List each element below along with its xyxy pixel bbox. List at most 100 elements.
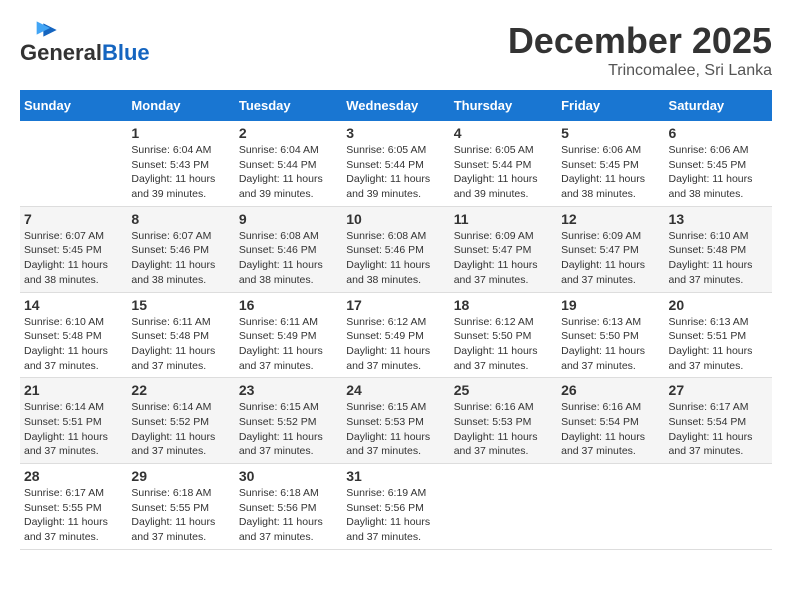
cell-info: Sunrise: 6:15 AM Sunset: 5:52 PM Dayligh… — [239, 400, 338, 459]
cell-info: Sunrise: 6:08 AM Sunset: 5:46 PM Dayligh… — [346, 229, 445, 288]
cell-info: Sunrise: 6:06 AM Sunset: 5:45 PM Dayligh… — [561, 143, 660, 202]
day-number: 31 — [346, 468, 445, 484]
day-number: 21 — [24, 382, 123, 398]
header-wednesday: Wednesday — [342, 90, 449, 121]
header-saturday: Saturday — [665, 90, 772, 121]
calendar-cell: 3 Sunrise: 6:05 AM Sunset: 5:44 PM Daylig… — [342, 121, 449, 206]
calendar-cell: 1 Sunrise: 6:04 AM Sunset: 5:43 PM Daylig… — [127, 121, 234, 206]
day-number: 6 — [669, 125, 768, 141]
day-number: 29 — [131, 468, 230, 484]
cell-info: Sunrise: 6:09 AM Sunset: 5:47 PM Dayligh… — [454, 229, 553, 288]
cell-info: Sunrise: 6:04 AM Sunset: 5:43 PM Dayligh… — [131, 143, 230, 202]
day-number: 4 — [454, 125, 553, 141]
calendar-cell: 27 Sunrise: 6:17 AM Sunset: 5:54 PM Dayli… — [665, 378, 772, 464]
day-number: 17 — [346, 297, 445, 313]
calendar-cell — [450, 464, 557, 550]
cell-info: Sunrise: 6:05 AM Sunset: 5:44 PM Dayligh… — [454, 143, 553, 202]
cell-info: Sunrise: 6:12 AM Sunset: 5:49 PM Dayligh… — [346, 315, 445, 374]
cell-info: Sunrise: 6:11 AM Sunset: 5:49 PM Dayligh… — [239, 315, 338, 374]
day-number: 16 — [239, 297, 338, 313]
cell-info: Sunrise: 6:14 AM Sunset: 5:51 PM Dayligh… — [24, 400, 123, 459]
calendar-cell: 31 Sunrise: 6:19 AM Sunset: 5:56 PM Dayli… — [342, 464, 449, 550]
day-number: 15 — [131, 297, 230, 313]
day-number: 7 — [24, 211, 123, 227]
day-number: 1 — [131, 125, 230, 141]
day-number: 25 — [454, 382, 553, 398]
logo-blue: Blue — [102, 40, 150, 65]
cell-info: Sunrise: 6:17 AM Sunset: 5:55 PM Dayligh… — [24, 486, 123, 545]
calendar-cell: 25 Sunrise: 6:16 AM Sunset: 5:53 PM Dayli… — [450, 378, 557, 464]
cell-info: Sunrise: 6:10 AM Sunset: 5:48 PM Dayligh… — [24, 315, 123, 374]
calendar-cell: 23 Sunrise: 6:15 AM Sunset: 5:52 PM Dayli… — [235, 378, 342, 464]
day-number: 18 — [454, 297, 553, 313]
day-number: 13 — [669, 211, 768, 227]
calendar-cell: 22 Sunrise: 6:14 AM Sunset: 5:52 PM Dayli… — [127, 378, 234, 464]
cell-info: Sunrise: 6:13 AM Sunset: 5:51 PM Dayligh… — [669, 315, 768, 374]
calendar-cell: 19 Sunrise: 6:13 AM Sunset: 5:50 PM Dayli… — [557, 292, 664, 378]
month-title: December 2025 — [508, 20, 772, 62]
calendar-cell — [20, 121, 127, 206]
calendar-cell: 7 Sunrise: 6:07 AM Sunset: 5:45 PM Daylig… — [20, 206, 127, 292]
calendar-cell: 5 Sunrise: 6:06 AM Sunset: 5:45 PM Daylig… — [557, 121, 664, 206]
cell-info: Sunrise: 6:11 AM Sunset: 5:48 PM Dayligh… — [131, 315, 230, 374]
cell-info: Sunrise: 6:17 AM Sunset: 5:54 PM Dayligh… — [669, 400, 768, 459]
calendar-cell: 16 Sunrise: 6:11 AM Sunset: 5:49 PM Dayli… — [235, 292, 342, 378]
calendar-cell: 12Sunrise: 6:09 AM Sunset: 5:47 PM Dayli… — [557, 206, 664, 292]
week-row-5: 28 Sunrise: 6:17 AM Sunset: 5:55 PM Dayli… — [20, 464, 772, 550]
calendar-cell — [557, 464, 664, 550]
cell-info: Sunrise: 6:06 AM Sunset: 5:45 PM Dayligh… — [669, 143, 768, 202]
calendar-cell: 18Sunrise: 6:12 AM Sunset: 5:50 PM Dayli… — [450, 292, 557, 378]
day-number: 22 — [131, 382, 230, 398]
day-number: 19 — [561, 297, 660, 313]
calendar-cell: 8Sunrise: 6:07 AM Sunset: 5:46 PM Daylig… — [127, 206, 234, 292]
day-number: 10 — [346, 211, 445, 227]
cell-info: Sunrise: 6:09 AM Sunset: 5:47 PM Dayligh… — [561, 229, 660, 288]
cell-info: Sunrise: 6:08 AM Sunset: 5:46 PM Dayligh… — [239, 229, 338, 288]
calendar-cell: 10 Sunrise: 6:08 AM Sunset: 5:46 PM Dayli… — [342, 206, 449, 292]
calendar-cell: 11 Sunrise: 6:09 AM Sunset: 5:47 PM Dayli… — [450, 206, 557, 292]
calendar-cell: 4 Sunrise: 6:05 AM Sunset: 5:44 PM Daylig… — [450, 121, 557, 206]
cell-info: Sunrise: 6:16 AM Sunset: 5:54 PM Dayligh… — [561, 400, 660, 459]
logo-icon — [20, 20, 60, 40]
cell-info: Sunrise: 6:07 AM Sunset: 5:45 PM Dayligh… — [24, 229, 123, 288]
day-number: 11 — [454, 211, 553, 227]
logo-general: General — [20, 40, 102, 65]
cell-info: Sunrise: 6:14 AM Sunset: 5:52 PM Dayligh… — [131, 400, 230, 459]
day-number: 20 — [669, 297, 768, 313]
cell-info: Sunrise: 6:16 AM Sunset: 5:53 PM Dayligh… — [454, 400, 553, 459]
title-block: December 2025 Trincomalee, Sri Lanka — [508, 20, 772, 80]
header-friday: Friday — [557, 90, 664, 121]
calendar-cell: 28 Sunrise: 6:17 AM Sunset: 5:55 PM Dayli… — [20, 464, 127, 550]
day-number: 14 — [24, 297, 123, 313]
calendar-cell: 9Sunrise: 6:08 AM Sunset: 5:46 PM Daylig… — [235, 206, 342, 292]
calendar-cell: 20 Sunrise: 6:13 AM Sunset: 5:51 PM Dayli… — [665, 292, 772, 378]
day-number: 5 — [561, 125, 660, 141]
calendar-cell: 14 Sunrise: 6:10 AM Sunset: 5:48 PM Dayli… — [20, 292, 127, 378]
calendar-cell: 6 Sunrise: 6:06 AM Sunset: 5:45 PM Daylig… — [665, 121, 772, 206]
cell-info: Sunrise: 6:05 AM Sunset: 5:44 PM Dayligh… — [346, 143, 445, 202]
cell-info: Sunrise: 6:04 AM Sunset: 5:44 PM Dayligh… — [239, 143, 338, 202]
cell-info: Sunrise: 6:18 AM Sunset: 5:56 PM Dayligh… — [239, 486, 338, 545]
day-number: 23 — [239, 382, 338, 398]
cell-info: Sunrise: 6:19 AM Sunset: 5:56 PM Dayligh… — [346, 486, 445, 545]
calendar-table: SundayMondayTuesdayWednesdayThursdayFrid… — [20, 90, 772, 550]
day-number: 27 — [669, 382, 768, 398]
day-number: 30 — [239, 468, 338, 484]
day-number: 3 — [346, 125, 445, 141]
day-number: 26 — [561, 382, 660, 398]
calendar-header-row: SundayMondayTuesdayWednesdayThursdayFrid… — [20, 90, 772, 121]
day-number: 28 — [24, 468, 123, 484]
page-header: GeneralBlue December 2025 Trincomalee, S… — [20, 20, 772, 80]
calendar-cell: 26 Sunrise: 6:16 AM Sunset: 5:54 PM Dayli… — [557, 378, 664, 464]
week-row-4: 21 Sunrise: 6:14 AM Sunset: 5:51 PM Dayli… — [20, 378, 772, 464]
week-row-3: 14 Sunrise: 6:10 AM Sunset: 5:48 PM Dayli… — [20, 292, 772, 378]
calendar-cell: 17 Sunrise: 6:12 AM Sunset: 5:49 PM Dayli… — [342, 292, 449, 378]
week-row-2: 7 Sunrise: 6:07 AM Sunset: 5:45 PM Daylig… — [20, 206, 772, 292]
calendar-cell: 21 Sunrise: 6:14 AM Sunset: 5:51 PM Dayli… — [20, 378, 127, 464]
calendar-cell: 2 Sunrise: 6:04 AM Sunset: 5:44 PM Daylig… — [235, 121, 342, 206]
calendar-cell: 15 Sunrise: 6:11 AM Sunset: 5:48 PM Dayli… — [127, 292, 234, 378]
header-tuesday: Tuesday — [235, 90, 342, 121]
cell-info: Sunrise: 6:13 AM Sunset: 5:50 PM Dayligh… — [561, 315, 660, 374]
day-number: 2 — [239, 125, 338, 141]
day-number: 8 — [131, 211, 230, 227]
